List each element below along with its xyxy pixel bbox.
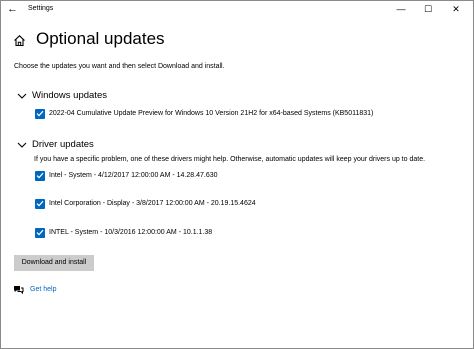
chevron-down-icon — [17, 93, 27, 99]
help-chat-icon — [14, 286, 24, 295]
close-button[interactable]: ✕ — [444, 2, 468, 16]
windows-update-label: 2022-04 Cumulative Update Preview for Wi… — [49, 109, 374, 117]
settings-window: ← Settings — ☐ ✕ Optional updates Choose… — [0, 0, 474, 349]
download-and-install-button[interactable]: Download and install — [14, 255, 94, 271]
maximize-button[interactable]: ☐ — [416, 2, 440, 16]
windows-updates-header[interactable]: Windows updates — [17, 89, 107, 103]
minimize-button[interactable]: — — [389, 2, 413, 16]
driver-updates-description: If you have a specific problem, one of t… — [34, 156, 426, 163]
checkmark-icon — [36, 229, 44, 236]
checkmark-icon — [36, 110, 44, 117]
checkmark-icon — [36, 172, 44, 179]
driver-updates-header[interactable]: Driver updates — [17, 138, 94, 152]
windows-update-item[interactable]: 2022-04 Cumulative Update Preview for Wi… — [35, 108, 373, 119]
driver-update-label: Intel - System - 4/12/2017 12:00:00 AM -… — [49, 171, 218, 179]
get-help-label[interactable]: Get help — [30, 285, 56, 295]
checkmark-icon — [36, 200, 44, 207]
driver-update-checkbox[interactable] — [35, 198, 45, 209]
driver-update-item[interactable]: Intel Corporation - Display - 3/8/2017 1… — [35, 198, 256, 209]
page-intro-text: Choose the updates you want and then sel… — [14, 63, 225, 70]
driver-update-item[interactable]: INTEL - System - 10/3/2016 12:00:00 AM -… — [35, 227, 212, 238]
window-title: Settings — [28, 5, 54, 12]
windows-update-checkbox[interactable] — [35, 108, 45, 119]
driver-update-label: INTEL - System - 10/3/2016 12:00:00 AM -… — [49, 228, 213, 236]
home-icon[interactable] — [13, 34, 26, 47]
page-title: Optional updates — [36, 29, 165, 48]
back-arrow-icon[interactable]: ← — [7, 3, 19, 15]
driver-update-item[interactable]: Intel - System - 4/12/2017 12:00:00 AM -… — [35, 170, 218, 181]
driver-updates-label: Driver updates — [32, 139, 94, 150]
title-bar: ← Settings — ☐ ✕ — [1, 1, 473, 17]
driver-update-checkbox[interactable] — [35, 227, 45, 238]
driver-update-label: Intel Corporation - Display - 3/8/2017 1… — [49, 199, 256, 207]
chevron-down-icon — [17, 142, 27, 148]
windows-updates-label: Windows updates — [32, 90, 107, 101]
get-help-link[interactable]: Get help — [13, 284, 56, 296]
driver-update-checkbox[interactable] — [35, 170, 45, 181]
